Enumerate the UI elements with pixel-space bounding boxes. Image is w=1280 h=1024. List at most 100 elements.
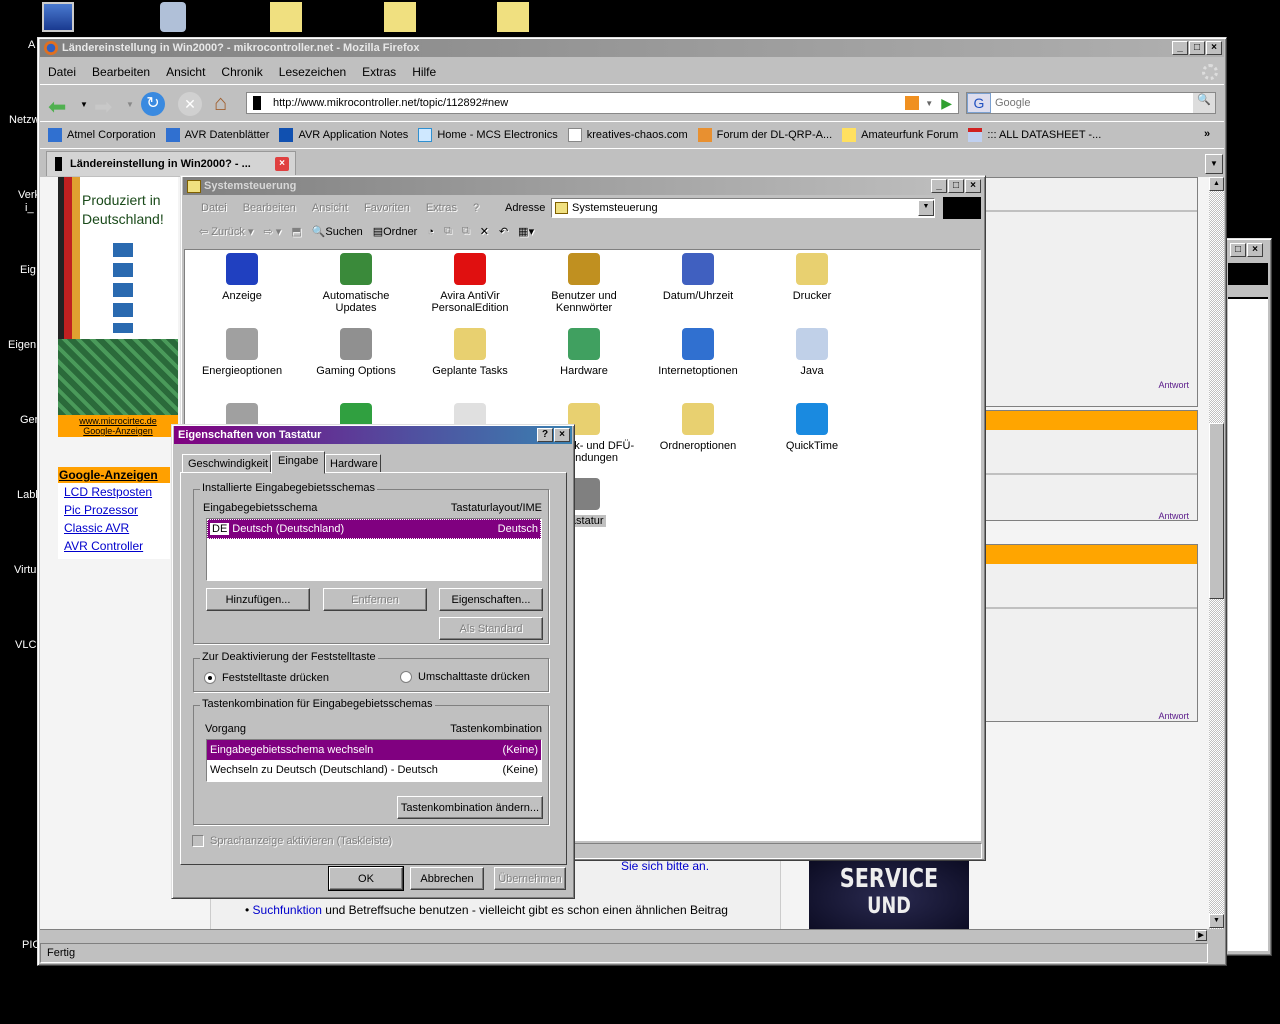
google-ad-link[interactable]: Classic AVR bbox=[64, 519, 170, 537]
rss-icon[interactable] bbox=[905, 96, 920, 110]
properties-button[interactable]: Eigenschaften... bbox=[439, 588, 543, 611]
bookmark[interactable]: Atmel Corporation bbox=[48, 128, 156, 142]
control-panel-item[interactable]: Datum/Uhrzeit bbox=[643, 253, 753, 302]
minimize-button[interactable]: _ bbox=[931, 179, 947, 193]
answer-link[interactable]: Antwort bbox=[1158, 380, 1189, 390]
folder-icon[interactable] bbox=[270, 2, 302, 32]
close-button[interactable]: × bbox=[1206, 41, 1222, 55]
maximize-button[interactable]: □ bbox=[1230, 243, 1246, 257]
control-panel-item[interactable]: Hardware bbox=[529, 328, 639, 377]
go-icon[interactable]: ▶ bbox=[941, 95, 952, 112]
control-panel-item[interactable]: Energieoptionen bbox=[187, 328, 297, 377]
search-function-link[interactable]: Suchfunktion bbox=[253, 903, 322, 917]
scroll-down-button[interactable]: ▼ bbox=[1209, 914, 1224, 928]
desktop-label[interactable]: VLC bbox=[15, 639, 36, 651]
history-icon[interactable]: ◔ bbox=[427, 226, 434, 238]
my-computer-icon[interactable] bbox=[42, 2, 74, 32]
close-button[interactable]: × bbox=[1247, 243, 1263, 257]
bookmark[interactable]: Amateurfunk Forum bbox=[842, 128, 958, 142]
menu-hilfe[interactable]: Hilfe bbox=[412, 65, 436, 79]
ad-google-link[interactable]: Google-Anzeigen bbox=[58, 426, 178, 436]
bookmark[interactable]: Home - MCS Electronics bbox=[418, 128, 558, 142]
search-button[interactable]: 🔍Suchen bbox=[312, 225, 363, 238]
tab-geschwindigkeit[interactable]: Geschwindigkeit bbox=[182, 454, 271, 473]
radio-capslock[interactable]: Feststelltaste drücken bbox=[204, 672, 329, 684]
keyboard-properties-dialog[interactable]: Eigenschaften von Tastatur ? × Geschwind… bbox=[171, 424, 575, 899]
ok-button[interactable]: OK bbox=[328, 866, 404, 891]
desktop-label[interactable]: Netzw bbox=[9, 114, 40, 126]
service-ad[interactable]: SERVICE UND bbox=[809, 857, 969, 929]
forward-dropdown[interactable]: ▼ bbox=[126, 100, 134, 109]
reload-icon[interactable]: ↻ bbox=[141, 92, 165, 116]
answer-link[interactable]: Antwort bbox=[1158, 711, 1189, 721]
bookmark[interactable]: Forum der DL-QRP-A... bbox=[697, 128, 832, 142]
control-panel-item[interactable]: Anzeige bbox=[187, 253, 297, 302]
control-panel-item[interactable]: Ordneroptionen bbox=[643, 403, 753, 452]
google-ad-link[interactable]: AVR Controller bbox=[64, 537, 170, 555]
google-engine-icon[interactable]: G bbox=[967, 93, 991, 113]
back-button[interactable]: ⇦ Zurück ▾ bbox=[199, 225, 253, 238]
language-bar-checkbox[interactable]: Sprachanzeige aktivieren (Taskleiste) bbox=[192, 835, 392, 847]
close-button[interactable]: × bbox=[554, 428, 570, 442]
remove-button[interactable]: Entfernen bbox=[323, 588, 427, 611]
hotkey-row-selected[interactable]: Eingabegebietsschema wechseln (Keine) bbox=[207, 740, 541, 760]
forward-button[interactable]: ➡ bbox=[94, 94, 112, 120]
google-ad-link[interactable]: Pic Prozessor bbox=[64, 501, 170, 519]
maximize-button[interactable]: □ bbox=[948, 179, 964, 193]
locale-row-selected[interactable]: DE Deutsch (Deutschland) Deutsch bbox=[207, 519, 541, 539]
stop-icon[interactable]: ✕ bbox=[178, 92, 202, 116]
add-button[interactable]: Hinzufügen... bbox=[206, 588, 310, 611]
folders-button[interactable]: ▤Ordner bbox=[373, 225, 418, 238]
cancel-button[interactable]: Abbrechen bbox=[410, 867, 484, 890]
forward-button[interactable]: ⇨ ▾ bbox=[263, 225, 281, 238]
desktop-label[interactable]: Eig bbox=[20, 264, 36, 276]
minimize-button[interactable]: _ bbox=[1172, 41, 1188, 55]
tab-eingabe[interactable]: Eingabe bbox=[271, 451, 325, 474]
undo-icon[interactable]: ↶ bbox=[499, 225, 508, 238]
close-button[interactable]: × bbox=[965, 179, 981, 193]
tab-active[interactable]: Ländereinstellung in Win2000? - ... × bbox=[46, 151, 296, 176]
google-ads-title[interactable]: Google-Anzeigen bbox=[58, 467, 170, 483]
menu-ansicht[interactable]: Ansicht bbox=[312, 202, 348, 214]
help-button[interactable]: ? bbox=[537, 428, 553, 442]
change-hotkey-button[interactable]: Tastenkombination ändern... bbox=[397, 796, 543, 819]
control-panel-item[interactable]: Internetoptionen bbox=[643, 328, 753, 377]
delete-icon[interactable]: ✕ bbox=[480, 225, 489, 238]
control-panel-item[interactable]: Drucker bbox=[757, 253, 867, 302]
folder-shortcut-icon[interactable] bbox=[384, 2, 416, 32]
desktop-label[interactable]: i_ bbox=[25, 202, 34, 214]
apply-button[interactable]: Übernehmen bbox=[494, 867, 566, 890]
menu-datei[interactable]: Datei bbox=[48, 65, 76, 79]
menu-bearbeiten[interactable]: Bearbeiten bbox=[243, 202, 296, 214]
desktop-label[interactable]: Labl bbox=[17, 489, 38, 501]
radio-shift[interactable]: Umschalttaste drücken bbox=[400, 671, 530, 683]
scroll-right-button[interactable]: ▶ bbox=[1195, 930, 1207, 941]
menu-favoriten[interactable]: Favoriten bbox=[364, 202, 410, 214]
search-input[interactable] bbox=[995, 97, 1185, 109]
vertical-scrollbar[interactable]: ▲ ▼ bbox=[1209, 177, 1224, 929]
desktop-label[interactable]: Eigen bbox=[8, 339, 36, 351]
locale-list[interactable]: DE Deutsch (Deutschland) Deutsch bbox=[206, 518, 542, 581]
desktop-label[interactable]: A bbox=[28, 39, 35, 51]
back-button[interactable]: ⬅ bbox=[48, 94, 66, 120]
google-ad-link[interactable]: LCD Restposten bbox=[64, 483, 170, 501]
ad-banner[interactable]: Produziert in Deutschland! www.microcirt… bbox=[58, 177, 178, 437]
scroll-thumb[interactable] bbox=[1209, 423, 1224, 599]
up-folder-icon[interactable]: ⬒ bbox=[291, 225, 301, 238]
menu-help[interactable]: ? bbox=[473, 202, 479, 214]
desktop-label[interactable]: Ger bbox=[20, 414, 38, 426]
move-to-icon[interactable]: ⧉ bbox=[444, 225, 452, 238]
copy-to-icon[interactable]: ⧉ bbox=[462, 225, 470, 238]
menu-extras[interactable]: Extras bbox=[362, 65, 396, 79]
menu-ansicht[interactable]: Ansicht bbox=[166, 65, 205, 79]
desktop-label[interactable]: Virtu bbox=[14, 564, 36, 576]
answer-link[interactable]: Antwort bbox=[1158, 511, 1189, 521]
address-field[interactable]: Systemsteuerung ▼ bbox=[551, 198, 935, 218]
address-dropdown[interactable]: ▼ bbox=[918, 200, 934, 216]
title-bar[interactable]: Systemsteuerung _ □ × bbox=[183, 177, 983, 195]
control-panel-item[interactable]: Gaming Options bbox=[301, 328, 411, 377]
scroll-up-button[interactable]: ▲ bbox=[1209, 177, 1224, 191]
recycle-bin-icon[interactable] bbox=[160, 2, 186, 32]
background-window[interactable]: □ × bbox=[1222, 238, 1272, 956]
control-panel-item[interactable]: Benutzer und Kennwörter bbox=[529, 253, 639, 314]
